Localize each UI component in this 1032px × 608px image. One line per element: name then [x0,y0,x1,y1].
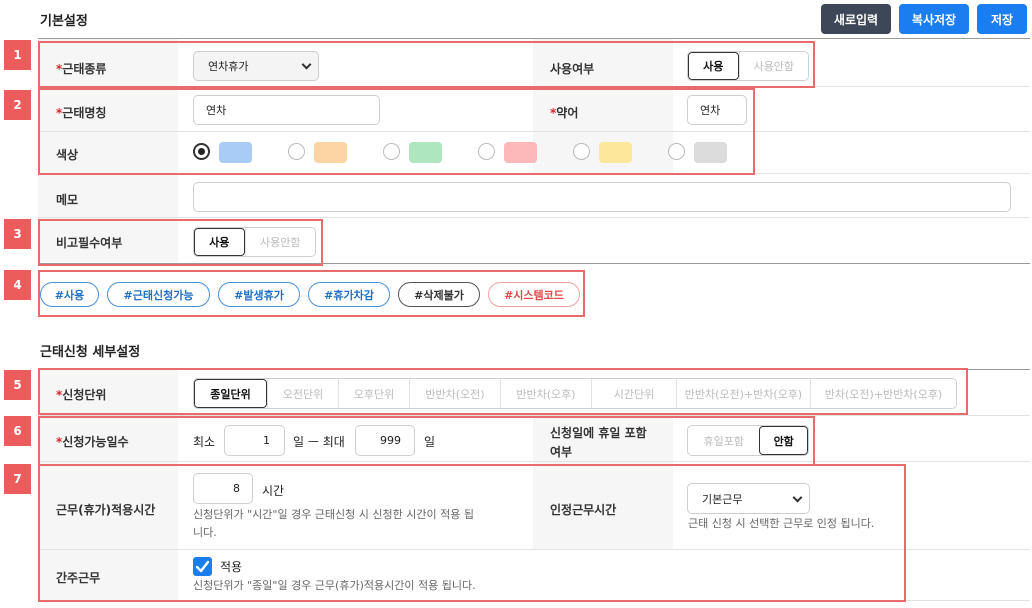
name-label: *근태명칭 [56,106,107,120]
row-divider [38,217,1030,218]
color-swatch [409,142,442,163]
type-label: *근태종류 [56,62,107,76]
abbr-input[interactable]: 연차 [687,95,747,125]
unit-option[interactable]: 시간단위 [591,379,676,408]
checkmark-icon [195,560,210,573]
unit-option[interactable]: 반반차(오전)+반차(오후) [676,379,810,408]
annotation-badge: 7 [4,464,31,494]
chevron-down-icon [792,492,803,503]
unit-segmented[interactable]: 종일단위 오전단위 오후단위 반반차(오전) 반반차(오후) 시간단위 반반차(… [193,378,957,409]
tag-system-code: #시스템코드 [488,282,580,307]
remark-option-off[interactable]: 사용안함 [244,228,315,256]
label-column-bg [38,370,178,600]
color-label: 색상 [56,148,79,162]
annotation-badge: 1 [4,40,31,70]
approve-label: 인정근무시간 [550,503,617,517]
holiday-toggle[interactable]: 휴일포함 안함 [687,425,809,456]
unit-option[interactable]: 반차(오전)+반반차(오후) [810,379,956,408]
page-title: 기본설정 [40,14,88,29]
use-option-on[interactable]: 사용 [688,52,739,80]
use-option-off[interactable]: 사용안함 [738,52,808,80]
name-input[interactable]: 연차 [193,95,380,125]
chevron-down-icon [301,59,312,70]
work-time-help: 신청단위가 "시간"일 경우 근태신청 시 신청한 시간이 적용 됩 [193,508,474,521]
unit-option[interactable]: 오전단위 [267,379,338,408]
tag-leave-deduction: #휴가차감 [308,282,390,307]
use-label: 사용여부 [550,62,595,76]
work-time-help-2: 니다. [193,526,217,539]
min-label: 최소 [193,435,216,449]
remark-option-on[interactable]: 사용 [194,228,245,256]
holiday-label-2: 여부 [550,445,573,459]
tag-use: #사용 [40,282,99,307]
type-select[interactable]: 연차휴가 [193,51,319,81]
color-swatch [504,142,537,163]
max-days-input[interactable]: 999 [355,425,415,456]
hour-label: 시간 [262,484,285,498]
new-input-button[interactable]: 새로입력 [821,4,891,34]
annotation-badge: 4 [4,270,31,300]
deem-label: 간주근무 [56,571,101,585]
approve-help: 근태 신청 시 선택한 근무로 인정 됩니다. [688,517,875,530]
day-unit-label: 일 [424,435,436,449]
save-button[interactable]: 저장 [977,4,1027,34]
color-radio[interactable] [668,143,685,160]
color-radio[interactable] [478,143,495,160]
row-divider [38,173,1030,174]
remark-toggle[interactable]: 사용 사용안함 [193,227,316,257]
row-divider [38,131,1030,132]
tag-generated-leave: #발생휴가 [218,282,300,307]
color-radio[interactable] [383,143,400,160]
remark-label: 비고필수여부 [56,236,123,250]
color-swatch [314,142,347,163]
min-days-input[interactable]: 1 [224,425,285,456]
unit-label: *신청단위 [56,388,107,402]
use-toggle[interactable]: 사용 사용안함 [687,51,809,81]
row-divider [38,415,1030,416]
memo-input[interactable] [193,182,1011,212]
annotation-badge: 2 [4,90,31,120]
memo-label: 메모 [56,193,79,207]
row-divider [38,549,1030,550]
tag-apply-available: #근태신청가능 [107,282,210,307]
row-divider [38,86,1030,87]
deem-checkbox[interactable] [193,557,212,576]
color-radio[interactable] [573,143,590,160]
annotation-badge: 3 [4,219,31,249]
color-swatch [219,142,252,163]
work-time-input[interactable]: 8 [193,473,253,504]
deem-check-label: 적용 [220,560,243,574]
annotation-badge: 5 [4,370,31,400]
color-swatch [694,142,727,163]
color-radio[interactable] [193,143,210,160]
holiday-option-include[interactable]: 휴일포함 [688,426,760,455]
section-divider [38,263,1030,264]
unit-option[interactable]: 오후단위 [338,379,409,408]
holiday-label: 신청일에 휴일 포함 [550,426,647,440]
color-swatch [599,142,632,163]
work-time-label: 근무(휴가)적용시간 [56,503,156,517]
max-label: 일 ㅡ 최대 [293,435,345,449]
holiday-option-exclude[interactable]: 안함 [759,426,808,455]
unit-option[interactable]: 반반차(오후) [500,379,591,408]
approve-select[interactable]: 기본근무 [687,483,810,514]
days-label: *신청가능일수 [56,435,129,449]
section-title: 근태신청 세부설정 [40,345,141,360]
tag-no-delete: #삭제불가 [398,282,480,307]
unit-option[interactable]: 반반차(오전) [409,379,500,408]
row-divider [38,461,1030,462]
deem-help: 신청단위가 "종일"일 경우 근무(휴가)적용시간이 적용 됩니다. [193,579,476,592]
abbr-label: *약어 [550,106,579,120]
unit-option[interactable]: 종일단위 [194,379,267,408]
copy-save-button[interactable]: 복사저장 [899,4,969,34]
annotation-badge: 6 [4,416,31,446]
section-divider [38,369,1030,370]
color-radio[interactable] [288,143,305,160]
row-divider [38,600,1030,601]
